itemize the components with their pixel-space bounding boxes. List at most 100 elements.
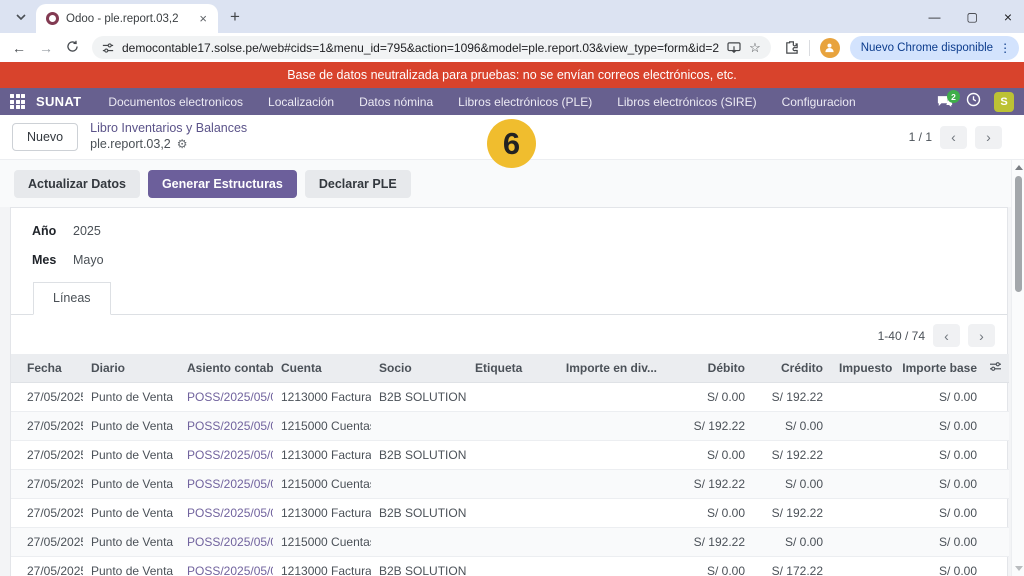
url-bar[interactable]: democontable17.solse.pe/web#cids=1&menu_… [92, 36, 771, 59]
site-settings-icon[interactable] [102, 42, 114, 54]
record-next-button[interactable]: › [975, 126, 1002, 149]
cell-debito: S/ 192.22 [665, 412, 753, 441]
menu-configuracion[interactable]: Configuracion [774, 95, 864, 109]
header-etiqueta[interactable]: Etiqueta [467, 354, 553, 383]
scrollbar-down-arrow-icon[interactable] [1015, 566, 1023, 571]
messages-icon[interactable]: 2 [937, 95, 953, 108]
cell-impuesto [831, 528, 893, 557]
field-mes-value[interactable]: Mayo [73, 253, 104, 267]
form-view: Actualizar Datos Generar Estructuras Dec… [0, 160, 1024, 576]
field-mes-label: Mes [32, 253, 73, 267]
bookmark-star-icon[interactable]: ☆ [749, 40, 761, 56]
generar-estructuras-button[interactable]: Generar Estructuras [148, 170, 297, 198]
browser-menu-icon[interactable]: ⋮ [999, 41, 1011, 55]
cell-asiento-contable[interactable]: POSS/2025/05/0... [179, 499, 273, 528]
chrome-update-button[interactable]: Nuevo Chrome disponible ⋮ [850, 36, 1019, 60]
field-anio-value[interactable]: 2025 [73, 224, 101, 238]
table-row[interactable]: 27/05/2025Punto de VentaPOSS/2025/05/0..… [11, 470, 1009, 499]
cell-importe-base: S/ 0.00 [893, 499, 985, 528]
table-row[interactable]: 27/05/2025Punto de VentaPOSS/2025/05/0..… [11, 528, 1009, 557]
new-tab-button[interactable]: + [230, 8, 240, 25]
record-prev-button[interactable]: ‹ [940, 126, 967, 149]
browser-tab[interactable]: Odoo - ple.report.03,2 × [36, 4, 218, 33]
minimize-button[interactable]: — [928, 11, 940, 23]
window-close-button[interactable]: × [1004, 10, 1012, 24]
tab-close-icon[interactable]: × [196, 11, 210, 26]
cell-debito: S/ 192.22 [665, 470, 753, 499]
menu-documentos-electronicos[interactable]: Documentos electronicos [100, 95, 251, 109]
url-text[interactable]: democontable17.solse.pe/web#cids=1&menu_… [122, 41, 719, 55]
lines-next-button[interactable]: › [968, 324, 995, 347]
cell-fecha: 27/05/2025 [11, 557, 83, 576]
table-row[interactable]: 27/05/2025Punto de VentaPOSS/2025/05/0..… [11, 412, 1009, 441]
table-row[interactable]: 27/05/2025Punto de VentaPOSS/2025/05/0..… [11, 441, 1009, 470]
activities-clock-icon[interactable] [966, 92, 981, 112]
extensions-puzzle-icon[interactable] [784, 40, 799, 55]
notebook-tabs: Líneas [11, 282, 1007, 315]
field-anio: Año 2025 [11, 224, 1007, 238]
gear-icon[interactable]: ⚙ [177, 137, 188, 152]
cell-importe-base: S/ 0.00 [893, 412, 985, 441]
forward-button[interactable]: → [39, 41, 53, 55]
record-pager-text: 1 / 1 [909, 130, 932, 144]
header-fecha[interactable]: Fecha [11, 354, 83, 383]
cell-asiento-contable[interactable]: POSS/2025/05/0... [179, 441, 273, 470]
header-socio[interactable]: Socio [371, 354, 467, 383]
cell-asiento-contable[interactable]: POSS/2025/05/0... [179, 383, 273, 412]
declarar-ple-button[interactable]: Declarar PLE [305, 170, 411, 198]
table-row[interactable]: 27/05/2025Punto de VentaPOSS/2025/05/0..… [11, 557, 1009, 576]
header-importe-base[interactable]: Importe base [893, 354, 985, 383]
apps-grid-icon[interactable] [10, 94, 25, 109]
header-impuesto[interactable]: Impuesto [831, 354, 893, 383]
app-name[interactable]: SUNAT [36, 94, 81, 109]
cell-credito: S/ 0.00 [753, 412, 831, 441]
lines-prev-button[interactable]: ‹ [933, 324, 960, 347]
cell-importe-base: S/ 0.00 [893, 441, 985, 470]
cell-importe-base: S/ 0.00 [893, 470, 985, 499]
menu-datos-nomina[interactable]: Datos nómina [351, 95, 441, 109]
cell-asiento-contable[interactable]: POSS/2025/05/0... [179, 412, 273, 441]
actualizar-datos-button[interactable]: Actualizar Datos [14, 170, 140, 198]
install-app-icon[interactable] [727, 42, 741, 54]
vertical-scrollbar[interactable] [1011, 160, 1024, 576]
header-importe-divisa[interactable]: Importe en div... [553, 354, 665, 383]
table-row[interactable]: 27/05/2025Punto de VentaPOSS/2025/05/0..… [11, 383, 1009, 412]
cell-spacer [985, 499, 1009, 528]
cell-spacer [985, 557, 1009, 576]
cell-spacer [985, 528, 1009, 557]
header-cuenta[interactable]: Cuenta [273, 354, 371, 383]
reload-button[interactable] [66, 40, 79, 55]
form-sheet: Año 2025 Mes Mayo Líneas 1-40 / 74 ‹ › F… [10, 207, 1008, 576]
tab-search-chevron-icon[interactable] [12, 8, 30, 26]
header-diario[interactable]: Diario [83, 354, 179, 383]
cell-socio [371, 528, 467, 557]
optional-columns-icon[interactable] [985, 354, 1009, 383]
cell-importe-divisa [553, 441, 665, 470]
odoo-favicon-icon [46, 12, 59, 25]
user-avatar[interactable]: S [994, 92, 1014, 112]
new-button[interactable]: Nuevo [12, 123, 78, 151]
header-asiento-contable[interactable]: Asiento contable [179, 354, 273, 383]
table-row[interactable]: 27/05/2025Punto de VentaPOSS/2025/05/0..… [11, 499, 1009, 528]
cell-diario: Punto de Venta [83, 412, 179, 441]
cell-asiento-contable[interactable]: POSS/2025/05/0... [179, 557, 273, 576]
header-debito[interactable]: Débito [665, 354, 753, 383]
cell-debito: S/ 192.22 [665, 528, 753, 557]
tab-lineas[interactable]: Líneas [33, 282, 111, 315]
lines-pager-text: 1-40 / 74 [878, 329, 925, 343]
message-count-badge: 2 [947, 90, 960, 103]
cell-importe-divisa [553, 499, 665, 528]
profile-avatar[interactable] [820, 38, 840, 58]
cell-asiento-contable[interactable]: POSS/2025/05/0... [179, 470, 273, 499]
menu-localizacion[interactable]: Localización [260, 95, 342, 109]
cell-debito: S/ 0.00 [665, 383, 753, 412]
breadcrumb-parent[interactable]: Libro Inventarios y Balances [90, 121, 247, 137]
header-credito[interactable]: Crédito [753, 354, 831, 383]
menu-libros-sire[interactable]: Libros electrónicos (SIRE) [609, 95, 764, 109]
scrollbar-thumb[interactable] [1015, 176, 1022, 292]
back-button[interactable]: ← [12, 41, 26, 55]
maximize-button[interactable]: ▢ [966, 11, 977, 23]
menu-libros-ple[interactable]: Libros electrónicos (PLE) [450, 95, 600, 109]
cell-asiento-contable[interactable]: POSS/2025/05/0... [179, 528, 273, 557]
scrollbar-up-arrow-icon[interactable] [1015, 165, 1023, 170]
